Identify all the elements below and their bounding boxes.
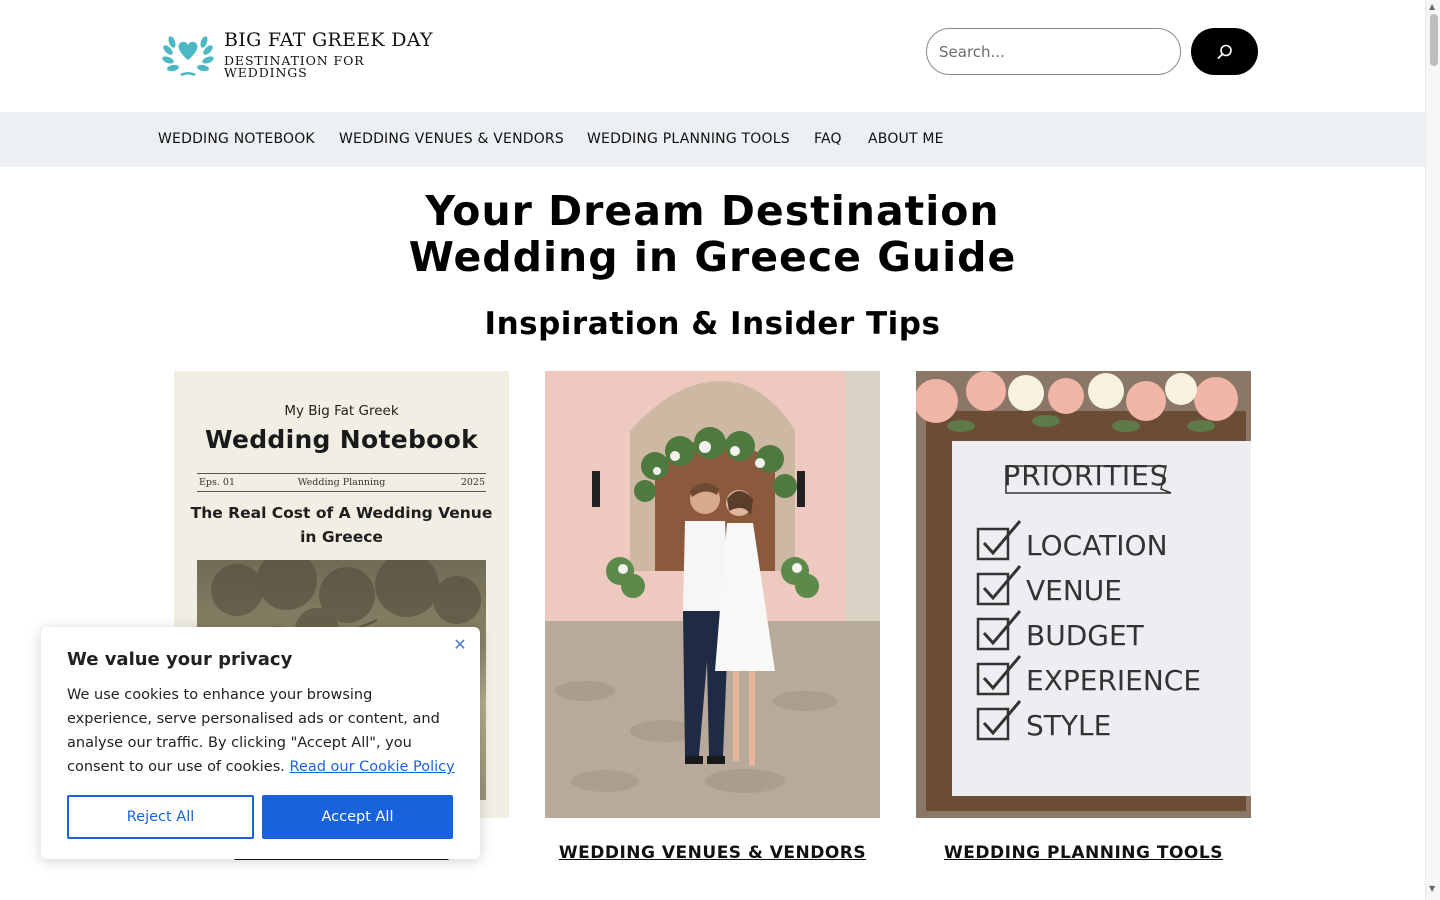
cover-headline: The Real Cost of A Wedding Venue in Gree…: [174, 501, 509, 549]
reject-all-button[interactable]: Reject All: [67, 795, 254, 839]
sign-checklist-item: VENUE: [1026, 574, 1122, 607]
scrollbar-thumb[interactable]: [1430, 14, 1438, 66]
cover-headline-line-1: The Real Cost of A Wedding Venue: [190, 504, 493, 522]
sign-checklist-item: STYLE: [1026, 709, 1111, 742]
page-scrollbar[interactable]: ▲ ▼: [1425, 0, 1440, 900]
sign-checklist-item: BUDGET: [1026, 619, 1145, 652]
accept-all-button[interactable]: Accept All: [262, 795, 453, 839]
nav-item-about-me[interactable]: ABOUT ME: [868, 112, 944, 167]
nav-item-planning-tools[interactable]: WEDDING PLANNING TOOLS: [587, 112, 790, 167]
cookie-policy-link[interactable]: Read our Cookie Policy: [290, 759, 455, 775]
sign-title: PRIORITIES: [1003, 459, 1168, 492]
sign-checklist-item: LOCATION: [1026, 529, 1168, 562]
sign-checklist-item: EXPERIENCE: [1026, 664, 1201, 697]
wedding-couple-photo[interactable]: [545, 371, 880, 818]
scroll-down-arrow-icon[interactable]: ▼: [1429, 884, 1435, 893]
cookie-banner-title: We value your privacy: [67, 649, 293, 670]
site-logo[interactable]: BIG FAT GREEK DAY DESTINATION FOR WEDDIN…: [160, 30, 452, 80]
nav-item-venues-vendors[interactable]: WEDDING VENUES & VENDORS: [339, 112, 564, 167]
search-button[interactable]: [1191, 28, 1258, 75]
section-title: Inspiration & Insider Tips: [484, 306, 941, 342]
cookie-banner-text: We use cookies to enhance your browsing …: [67, 683, 459, 779]
page-title-line-2: Wedding in Greece Guide: [408, 233, 1017, 281]
card-link-venues-vendors[interactable]: WEDDING VENUES & VENDORS: [545, 843, 880, 863]
main-navigation: WEDDING NOTEBOOK WEDDING VENUES & VENDOR…: [0, 112, 1425, 167]
logo-subtitle: DESTINATION FOR WEDDINGS: [224, 52, 365, 80]
cover-headline-line-2: in Greece: [300, 528, 383, 546]
search-icon: [1217, 44, 1232, 59]
search-input[interactable]: [926, 28, 1181, 75]
scroll-up-arrow-icon[interactable]: ▲: [1429, 2, 1435, 11]
page-title: Your Dream Destination Wedding in Greece…: [0, 188, 1425, 280]
cover-rule-bottom: [197, 491, 486, 492]
logo-title: BIG FAT GREEK DAY: [224, 28, 433, 51]
cover-meta-center: Wedding Planning: [297, 477, 386, 488]
cover-meta-right: 2025: [460, 477, 485, 488]
nav-item-wedding-notebook[interactable]: WEDDING NOTEBOOK: [158, 112, 315, 167]
close-icon[interactable]: ✕: [450, 635, 470, 655]
cover-pretitle: My Big Fat Greek: [284, 403, 399, 419]
page-title-line-1: Your Dream Destination: [425, 187, 1000, 235]
cover-rule-top: [197, 473, 486, 474]
heart-wreath-icon: [160, 30, 216, 80]
nav-item-faq[interactable]: FAQ: [814, 112, 842, 167]
cookie-consent-banner: We value your privacy ✕ We use cookies t…: [41, 627, 480, 859]
site-header: BIG FAT GREEK DAY DESTINATION FOR WEDDIN…: [0, 0, 1425, 112]
priorities-sign-photo[interactable]: PRIORITIES LOCATION VENUE BUDGET EXPERIENCE…: [916, 371, 1251, 818]
cover-title: Wedding Notebook: [204, 425, 479, 454]
card-link-planning-tools[interactable]: WEDDING PLANNING TOOLS: [916, 843, 1251, 863]
